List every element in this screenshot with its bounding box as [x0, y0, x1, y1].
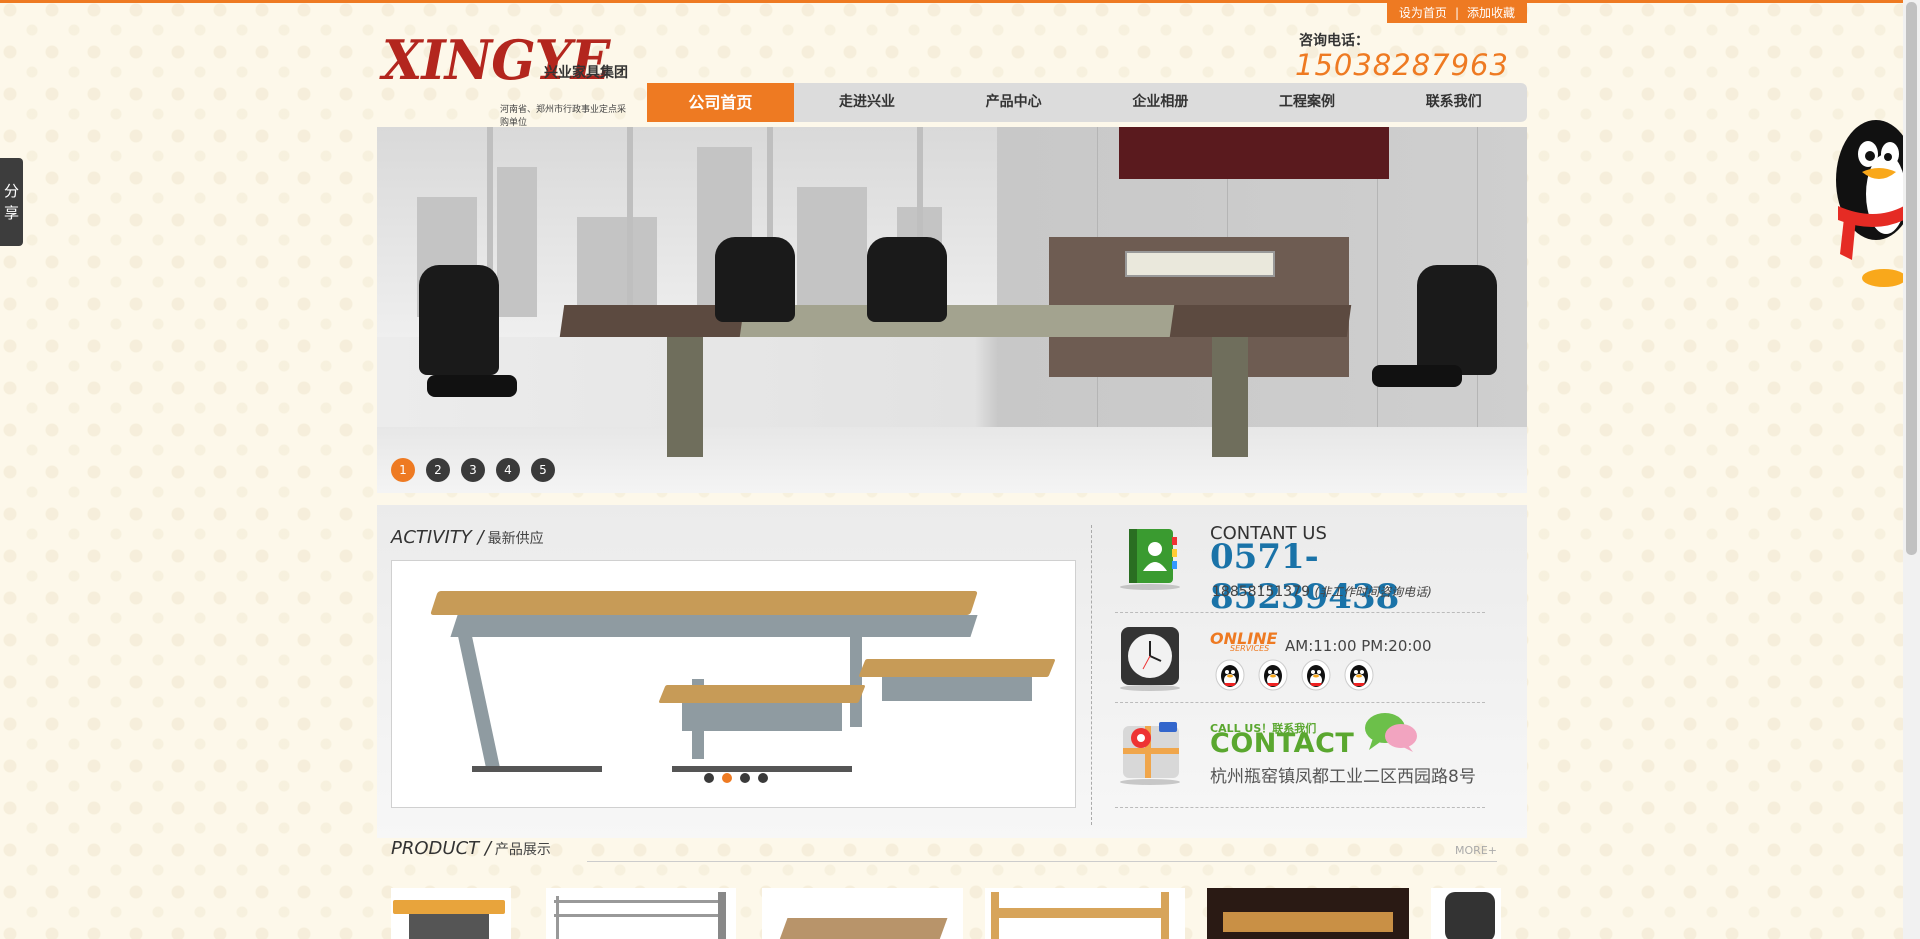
product-card[interactable] — [985, 888, 1185, 939]
product-card[interactable] — [391, 888, 511, 939]
banner-pager-dot[interactable]: 2 — [426, 458, 450, 482]
product-title-cn: 产品展示 — [494, 842, 551, 858]
activity-pager — [704, 773, 768, 783]
nav-products[interactable]: 产品中心 — [940, 83, 1087, 122]
contact-word: CONTACT — [1210, 728, 1355, 759]
service-hours: AM:11:00 PM:20:00 — [1285, 637, 1432, 655]
contact-mobile: 18858151379 — [1212, 584, 1310, 600]
logo-wordmark: XINGYE — [382, 28, 610, 93]
online-label: ONLINE SERVICES — [1210, 629, 1277, 653]
table-leg — [667, 337, 703, 457]
top-accent-line — [0, 0, 1920, 3]
qq-penguin-icon[interactable] — [1258, 659, 1288, 691]
product-card[interactable] — [1431, 888, 1501, 939]
chat-bubbles-icon — [1365, 713, 1417, 752]
address-book-icon — [1115, 527, 1185, 591]
logo-subtitle: 河南省、郑州市行政事业定点采购单位 — [500, 105, 627, 128]
qq-penguin-icon[interactable] — [1215, 659, 1245, 691]
product-title-en: PRODUCT / — [391, 838, 491, 859]
nav-cases[interactable]: 工程案例 — [1234, 83, 1381, 122]
banner-wall-tv — [1119, 127, 1389, 179]
contact-phone: 0571-85239438 — [1210, 537, 1400, 617]
banner-chair — [1417, 265, 1497, 375]
desk-product-image — [430, 591, 978, 615]
qq-penguin-icon[interactable] — [1344, 659, 1374, 691]
vertical-divider — [1091, 525, 1092, 825]
contact-divider — [1115, 612, 1485, 613]
contact-divider — [1115, 807, 1485, 808]
share-tab[interactable]: 分 享 — [0, 158, 23, 246]
scrollbar-thumb[interactable] — [1906, 2, 1917, 555]
activity-pager-dot[interactable] — [722, 773, 732, 783]
product-more-link[interactable]: MORE+ — [1455, 844, 1497, 857]
activity-title-cn: 最新供应 — [487, 531, 544, 547]
main-nav: 公司首页 走进兴业 产品中心 企业相册 工程案例 联系我们 — [647, 83, 1527, 122]
activity-title-en: ACTIVITY / — [391, 527, 484, 548]
contact-mobile-line: 18858151379 (非工作时间咨询电话) — [1212, 583, 1432, 600]
map-icon — [1115, 718, 1185, 785]
banner-pager: 1 2 3 4 5 — [391, 458, 555, 482]
activity-pager-dot[interactable] — [740, 773, 750, 783]
product-carousel — [391, 888, 1501, 939]
product-title: PRODUCT / 产品展示 — [391, 838, 551, 859]
online-service-block: ONLINE SERVICES AM:11:00 PM:20:00 — [1115, 625, 1485, 695]
banner-chair — [867, 237, 947, 322]
activity-pager-dot[interactable] — [704, 773, 714, 783]
product-header-line — [587, 861, 1497, 862]
set-homepage-link[interactable]: 设为首页 — [1399, 6, 1447, 20]
clock-icon — [1115, 625, 1185, 691]
banner-pager-dot[interactable]: 5 — [531, 458, 555, 482]
middle-section: ACTIVITY / 最新供应 CONTANT US 0571-85239438… — [377, 505, 1527, 838]
banner-pager-dot[interactable]: 4 — [496, 458, 520, 482]
activity-title: ACTIVITY / 最新供应 — [391, 527, 544, 548]
nav-gallery[interactable]: 企业相册 — [1087, 83, 1234, 122]
product-card[interactable] — [546, 888, 736, 939]
product-header: PRODUCT / 产品展示 MORE+ — [377, 838, 1527, 868]
add-favorite-link[interactable]: 添加收藏 — [1467, 6, 1515, 20]
logo-chinese-name: 兴业家具集团 — [544, 65, 628, 81]
share-label-1: 分 — [3, 182, 19, 200]
address-block: CALL US！联系我们 CONTACT 杭州瓶窑镇凤都工业二区西园路8号 — [1115, 710, 1485, 790]
banner-chair — [419, 265, 499, 375]
hotline-number: 15038287963 — [1295, 48, 1509, 82]
share-label-2: 享 — [3, 204, 19, 222]
quick-links-divider: | — [1454, 6, 1459, 20]
contact-mobile-note: (非工作时间咨询电话) — [1314, 585, 1432, 599]
contact-divider — [1115, 702, 1485, 703]
qq-service-penguin-icon[interactable] — [1824, 110, 1904, 290]
quick-links: 设为首页 | 添加收藏 — [1386, 3, 1527, 23]
banner-pager-dot[interactable]: 3 — [461, 458, 485, 482]
hotline-label: 咨询电话： — [1299, 33, 1369, 49]
banner-chair — [715, 237, 795, 322]
page-scrollbar[interactable] — [1903, 0, 1920, 939]
nav-home[interactable]: 公司首页 — [647, 83, 794, 122]
hero-banner[interactable]: 1 2 3 4 5 — [377, 127, 1527, 493]
contact-phone-block: CONTANT US 0571-85239438 18858151379 (非工… — [1115, 523, 1485, 617]
product-card[interactable] — [1207, 888, 1409, 939]
site-logo[interactable]: XINGYE 兴业家具集团 河南省、郑州市行政事业定点采购单位 — [382, 28, 632, 128]
table-leg — [1212, 337, 1248, 457]
banner-pager-dot[interactable]: 1 — [391, 458, 415, 482]
nav-contact[interactable]: 联系我们 — [1380, 83, 1527, 122]
product-card[interactable] — [762, 888, 963, 939]
activity-slider[interactable] — [391, 560, 1076, 808]
activity-pager-dot[interactable] — [758, 773, 768, 783]
qq-penguin-icon[interactable] — [1301, 659, 1331, 691]
nav-about[interactable]: 走进兴业 — [794, 83, 941, 122]
company-address: 杭州瓶窑镇凤都工业二区西园路8号 — [1210, 767, 1476, 787]
